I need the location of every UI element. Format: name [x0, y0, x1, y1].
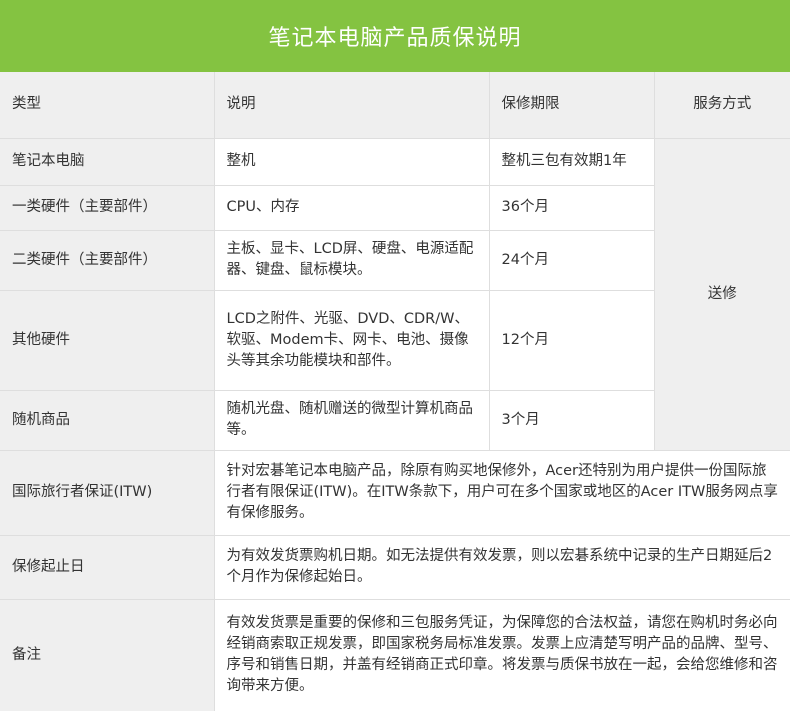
row-type: 其他硬件	[0, 289, 215, 391]
note-label: 国际旅行者保证(ITW)	[0, 449, 215, 536]
note-row-remarks: 备注 有效发货票是重要的保修和三包服务凭证，为保障您的合法权益，请您在购机时务必…	[0, 598, 790, 711]
row-description: 随机光盘、随机赠送的微型计算机商品等。	[213, 389, 490, 451]
note-label: 备注	[0, 598, 215, 711]
header-type: 类型	[0, 72, 215, 139]
table-row: 笔记本电脑 整机 整机三包有效期1年 送修	[0, 137, 790, 451]
table-header-row: 类型 说明 保修期限 服务方式	[0, 72, 790, 139]
note-text: 有效发货票是重要的保修和三包服务凭证，为保障您的合法权益，请您在购机时务必向经销…	[213, 598, 790, 711]
row-period: 24个月	[488, 229, 654, 291]
note-label: 保修起止日	[0, 534, 215, 600]
row-period: 整机三包有效期1年	[488, 137, 655, 186]
row-description: LCD之附件、光驱、DVD、CDR/W、软驱、Modem卡、网卡、电池、摄像头等…	[213, 289, 490, 391]
page-title-banner: 笔记本电脑产品质保说明	[0, 0, 790, 72]
service-mode-cell: 送修	[653, 137, 790, 451]
row-description: 整机	[213, 137, 490, 186]
row-period: 36个月	[488, 184, 654, 231]
note-text: 针对宏碁笔记本电脑产品，除原有购买地保修外，Acer还特别为用户提供一份国际旅行…	[213, 449, 790, 536]
note-row-start-date: 保修起止日 为有效发货票购机日期。如无法提供有效发票，则以宏碁系统中记录的生产日…	[0, 534, 790, 600]
row-type: 随机商品	[0, 389, 215, 451]
page-title: 笔记本电脑产品质保说明	[268, 26, 522, 51]
row-type: 二类硬件（主要部件）	[0, 229, 215, 291]
row-description: 主板、显卡、LCD屏、硬盘、电源适配器、键盘、鼠标模块。	[213, 229, 490, 291]
warranty-table: 类型 说明 保修期限 服务方式 笔记本电脑 整机 整机三包有效期1年 送修 一类…	[0, 72, 790, 711]
note-text: 为有效发货票购机日期。如无法提供有效发票，则以宏碁系统中记录的生产日期延后2个月…	[213, 534, 790, 600]
row-period: 12个月	[488, 289, 654, 391]
header-description: 说明	[213, 72, 490, 139]
row-period: 3个月	[488, 389, 654, 451]
row-type: 笔记本电脑	[0, 137, 215, 186]
row-type: 一类硬件（主要部件）	[0, 184, 215, 231]
header-warranty-period: 保修期限	[488, 72, 655, 139]
row-description: CPU、内存	[213, 184, 490, 231]
note-row-itw: 国际旅行者保证(ITW) 针对宏碁笔记本电脑产品，除原有购买地保修外，Acer还…	[0, 449, 790, 536]
header-service-mode: 服务方式	[653, 72, 790, 139]
